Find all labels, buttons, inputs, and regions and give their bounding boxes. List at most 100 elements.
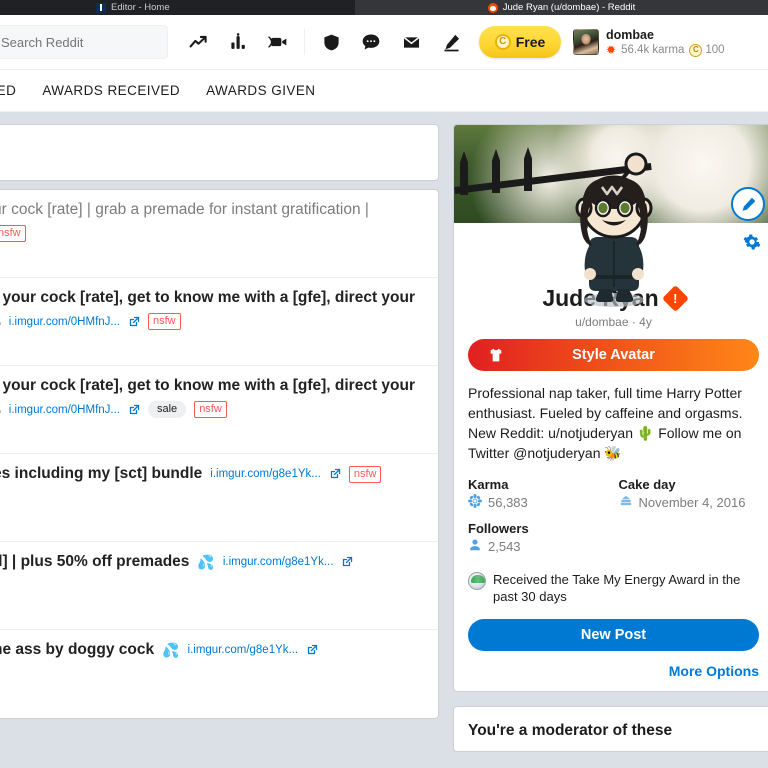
mod-shield-icon[interactable] — [311, 24, 351, 60]
post-title[interactable]: he ass by doggy cock — [0, 640, 154, 660]
external-link-icon[interactable] — [306, 644, 318, 656]
post-meta: 5 i.imgur.com/0HMfnJ... sale nsfw — [0, 401, 426, 418]
profile-handle: u/dombae · 4y — [575, 315, 652, 329]
nsfw-tag: nsfw — [348, 465, 382, 483]
post-list: ur cock [rate] | grab a premade for inst… — [0, 189, 439, 719]
snoo-avatar — [558, 145, 670, 313]
avatar — [573, 29, 599, 55]
browser-titlebar: Editor - Home Jude Ryan (u/dombae) - Red… — [0, 0, 768, 15]
followers-value-row: 2,543 — [468, 538, 609, 555]
editor-icon — [96, 2, 106, 13]
popular-bar-chart-icon[interactable] — [218, 24, 258, 60]
karma-stat: Karma 56,383 — [468, 477, 609, 517]
feed-sort-card — [0, 124, 439, 181]
create-post-pencil-icon[interactable] — [431, 24, 471, 60]
nsfw-badge-glyph: ! — [672, 291, 678, 306]
post-link[interactable]: i.imgur.com/0HMfnJ... — [9, 316, 120, 328]
stats-spacer — [619, 521, 760, 561]
tshirt-icon — [488, 347, 504, 363]
post-score: 5 — [0, 402, 1, 418]
free-coins-button[interactable]: C Free — [479, 26, 561, 58]
browser-tab-editor[interactable]: Editor - Home — [0, 0, 355, 15]
cake-icon — [619, 494, 633, 511]
external-link-icon[interactable] — [341, 556, 353, 568]
post-meta: es including my [sct] bundle i.imgur.com… — [0, 464, 426, 484]
post-row[interactable]: he ass by doggy cock 💦 i.imgur.com/g8e1Y… — [0, 630, 438, 718]
post-link[interactable]: i.imgur.com/g8e1Yk... — [188, 644, 299, 656]
award-notice: Received the Take My Energy Award in the… — [468, 571, 759, 605]
karma-label: Karma — [468, 477, 509, 492]
take-my-energy-award-icon — [468, 572, 486, 590]
post-link[interactable]: i.imgur.com/g8e1Yk... — [210, 468, 321, 480]
person-icon — [468, 538, 482, 555]
search-input[interactable] — [0, 26, 167, 58]
profile-body: Jude Ryan ! u/dombae · 4y Style Avatar P… — [454, 285, 768, 691]
user-menu[interactable]: dombae ✹ 56.4k karma C 100 — [573, 28, 725, 57]
followers-stat: Followers 2,543 — [468, 521, 609, 561]
cakeday-stat: Cake day November 4, 2016 — [619, 477, 760, 517]
tab-awards-given[interactable]: AWARDS GIVEN — [206, 83, 315, 98]
external-link-icon[interactable] — [128, 316, 140, 328]
external-link-icon[interactable] — [128, 404, 140, 416]
chat-bubble-icon[interactable] — [351, 24, 391, 60]
post-row[interactable]: t your cock [rate], get to know me with … — [0, 366, 438, 454]
coin-count-label: 100 — [705, 44, 725, 56]
style-avatar-label: Style Avatar — [572, 347, 655, 363]
post-row[interactable]: t your cock [rate], get to know me with … — [0, 278, 438, 366]
main-content: ur cock [rate] | grab a premade for inst… — [0, 112, 768, 767]
followers-value: 2,543 — [488, 539, 521, 554]
cakeday-label: Cake day — [618, 477, 676, 492]
header-icon-group — [178, 24, 471, 60]
post-link[interactable]: i.imgur.com/g8e1Yk... — [223, 556, 334, 568]
post-row[interactable]: es including my [sct] bundle i.imgur.com… — [0, 454, 438, 542]
post-title[interactable]: d] | plus 50% off premades — [0, 552, 189, 572]
droplets-emoji-icon: 💦 — [162, 641, 180, 658]
moderator-card-title: You're a moderator of these — [468, 722, 673, 739]
gear-icon[interactable] — [743, 233, 761, 256]
style-avatar-button[interactable]: Style Avatar — [468, 339, 759, 371]
post-title[interactable]: t your cock [rate], get to know me with … — [0, 288, 426, 308]
live-broadcast-icon[interactable] — [258, 24, 298, 60]
new-post-button[interactable]: New Post — [468, 619, 759, 651]
post-title[interactable]: ur cock [rate] | grab a premade for inst… — [0, 200, 426, 220]
followers-label: Followers — [468, 521, 529, 536]
pencil-edit-icon[interactable] — [731, 187, 765, 221]
profile-card: Jude Ryan ! u/dombae · 4y Style Avatar P… — [453, 124, 768, 692]
user-karma-row: ✹ 56.4k karma C 100 — [606, 43, 725, 57]
coin-icon: C — [494, 34, 511, 50]
profile-tabstrip: OTED AWARDS RECEIVED AWARDS GIVEN — [0, 70, 768, 112]
username-label: dombae — [606, 27, 654, 42]
moderator-card: You're a moderator of these — [453, 706, 768, 752]
droplets-emoji-icon: 💦 — [197, 553, 215, 570]
external-link-icon[interactable] — [329, 468, 341, 480]
free-label: Free — [515, 34, 546, 50]
inbox-envelope-icon[interactable] — [391, 24, 431, 60]
post-link[interactable]: i.imgur.com/0HMfnJ... — [9, 404, 120, 416]
tab-awards-received[interactable]: AWARDS RECEIVED — [42, 83, 180, 98]
post-title[interactable]: t your cock [rate], get to know me with … — [0, 376, 426, 396]
post-row[interactable]: ur cock [rate] | grab a premade for inst… — [0, 190, 438, 278]
karma-value: 56,383 — [488, 495, 528, 510]
reddit-icon — [487, 2, 498, 13]
post-row[interactable]: d] | plus 50% off premades 💦 i.imgur.com… — [0, 542, 438, 630]
browser-tab-reddit[interactable]: Jude Ryan (u/dombae) - Reddit — [355, 0, 768, 15]
profile-stats: Karma 56,383 Cake day November 4, 2016 F… — [468, 477, 759, 561]
search-box[interactable] — [0, 25, 168, 59]
nsfw-tag: nsfw — [194, 401, 227, 418]
post-meta: 5 i.imgur.com/0HMfnJ... nsfw — [0, 313, 426, 330]
karma-value-row: 56,383 — [468, 494, 609, 511]
post-meta: d] | plus 50% off premades 💦 i.imgur.com… — [0, 552, 426, 572]
post-meta: he ass by doggy cock 💦 i.imgur.com/g8e1Y… — [0, 640, 426, 660]
post-title[interactable]: es including my [sct] bundle — [0, 464, 202, 484]
profile-bio: Professional nap taker, full time Harry … — [468, 385, 743, 461]
more-options-link[interactable]: More Options — [468, 663, 759, 679]
karma-flower-icon — [468, 494, 482, 511]
award-text: Received the Take My Energy Award in the… — [493, 572, 741, 604]
reddit-header: C Free dombae ✹ 56.4k karma C 100 — [0, 15, 768, 70]
browser-tab-title: Editor - Home — [111, 2, 170, 13]
tab-upvoted[interactable]: OTED — [0, 83, 16, 98]
profile-sidebar: Jude Ryan ! u/dombae · 4y Style Avatar P… — [453, 124, 768, 767]
trending-icon[interactable] — [178, 24, 218, 60]
cakeday-value-row: November 4, 2016 — [619, 494, 760, 511]
browser-tab-title: Jude Ryan (u/dombae) - Reddit — [502, 2, 636, 13]
